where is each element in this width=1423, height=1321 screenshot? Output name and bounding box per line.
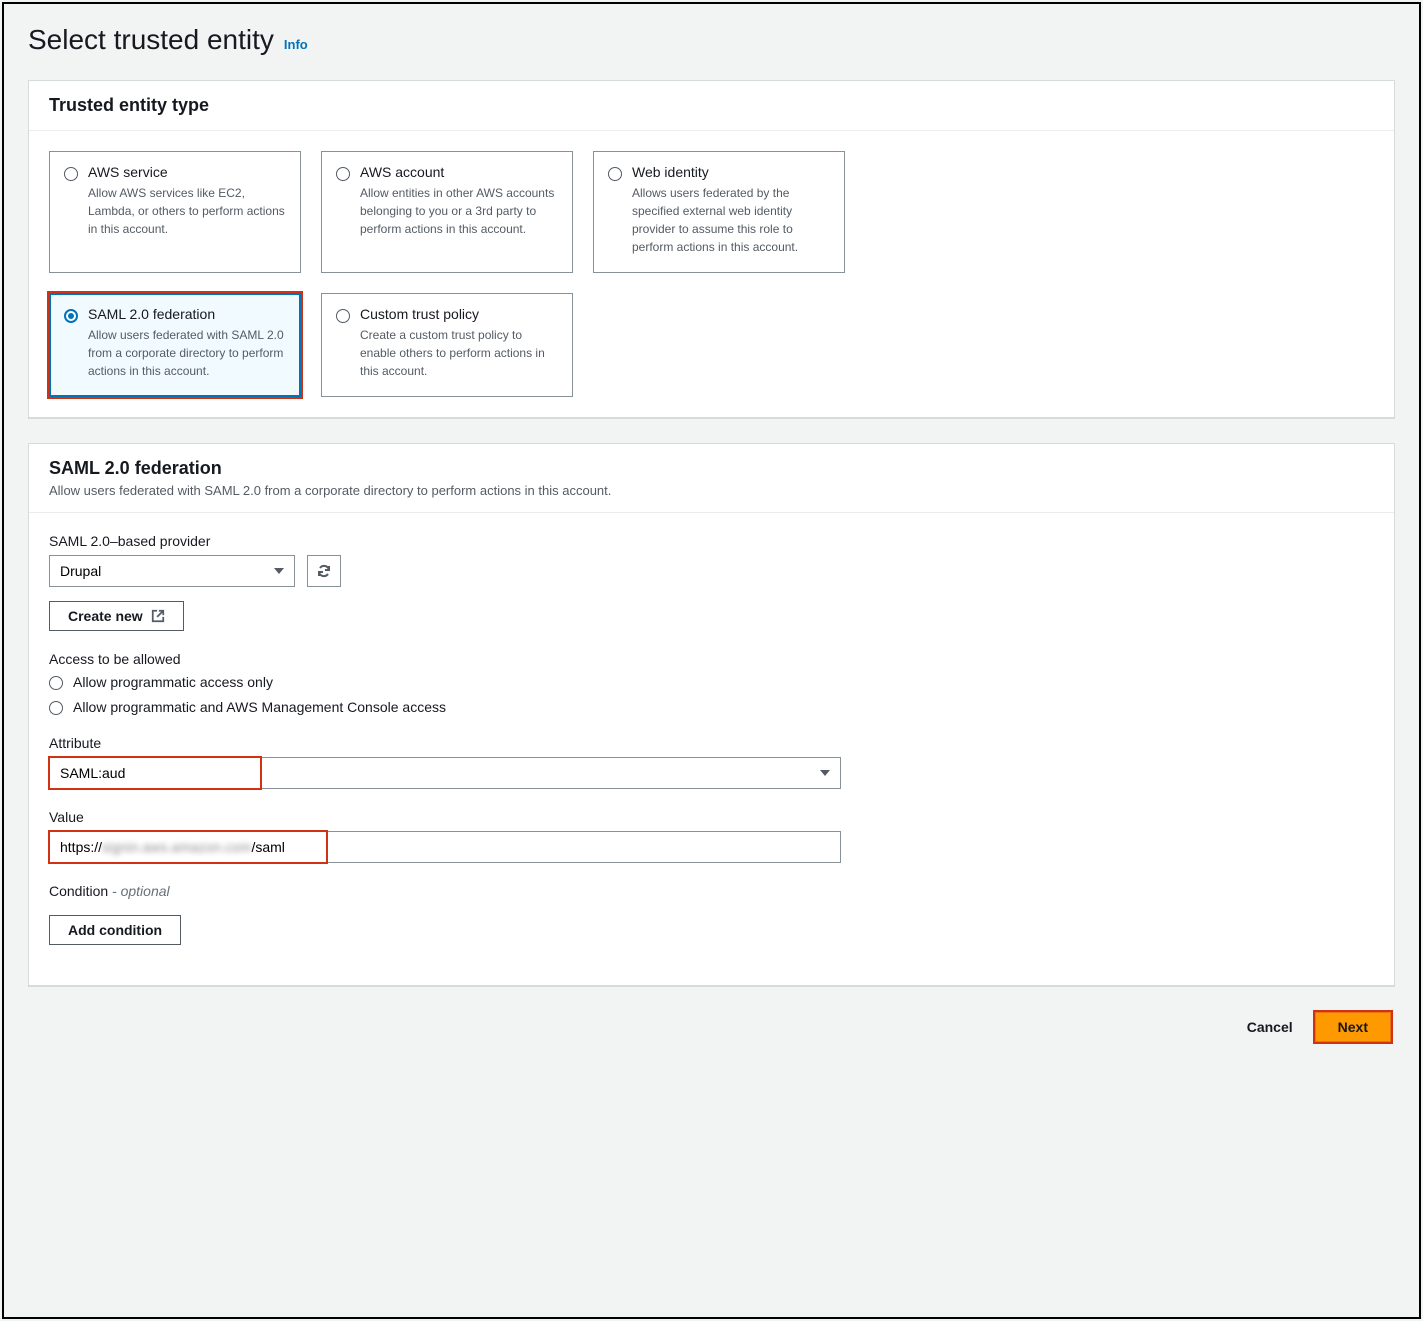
saml-panel-title: SAML 2.0 federation	[49, 458, 1374, 479]
info-link[interactable]: Info	[284, 37, 308, 52]
card-title: Custom trust policy	[360, 306, 558, 322]
add-condition-label: Add condition	[68, 922, 162, 938]
card-desc: Allow users federated with SAML 2.0 from…	[88, 326, 286, 380]
next-button[interactable]: Next	[1315, 1012, 1391, 1042]
card-title: Web identity	[632, 164, 830, 180]
entity-card-saml-federation[interactable]: SAML 2.0 federation Allow users federate…	[49, 293, 301, 397]
create-new-button[interactable]: Create new	[49, 601, 184, 631]
value-label: Value	[49, 809, 1374, 825]
card-title: AWS service	[88, 164, 286, 180]
access-option-label: Allow programmatic and AWS Management Co…	[73, 699, 446, 715]
radio-icon[interactable]	[336, 309, 350, 323]
radio-icon[interactable]	[64, 167, 78, 181]
access-option-programmatic[interactable]: Allow programmatic access only	[49, 673, 1374, 690]
entity-card-custom-trust-policy[interactable]: Custom trust policy Create a custom trus…	[321, 293, 573, 397]
condition-optional: - optional	[108, 883, 169, 899]
value-prefix: https://	[60, 839, 102, 855]
refresh-icon	[316, 563, 332, 579]
chevron-down-icon	[820, 770, 830, 776]
external-link-icon	[151, 609, 165, 623]
radio-icon[interactable]	[64, 309, 78, 323]
entity-card-web-identity[interactable]: Web identity Allows users federated by t…	[593, 151, 845, 273]
card-title: SAML 2.0 federation	[88, 306, 286, 322]
card-desc: Create a custom trust policy to enable o…	[360, 326, 558, 380]
add-condition-button[interactable]: Add condition	[49, 915, 181, 945]
entity-card-aws-account[interactable]: AWS account Allow entities in other AWS …	[321, 151, 573, 273]
condition-label: Condition	[49, 883, 108, 899]
card-desc: Allow entities in other AWS accounts bel…	[360, 184, 558, 238]
value-suffix: /saml	[251, 839, 284, 855]
provider-value: Drupal	[60, 563, 101, 579]
create-new-label: Create new	[68, 608, 143, 624]
provider-select[interactable]: Drupal	[49, 555, 295, 587]
card-title: AWS account	[360, 164, 558, 180]
trusted-entity-title: Trusted entity type	[49, 95, 1374, 116]
radio-icon[interactable]	[608, 167, 622, 181]
value-input[interactable]: https://signin.aws.amazon.com/saml	[49, 831, 841, 863]
refresh-button[interactable]	[307, 555, 341, 587]
chevron-down-icon	[274, 568, 284, 574]
provider-label: SAML 2.0–based provider	[49, 533, 1374, 549]
attribute-value: SAML:aud	[60, 765, 125, 781]
attribute-label: Attribute	[49, 735, 1374, 751]
access-option-label: Allow programmatic access only	[73, 674, 273, 690]
attribute-select[interactable]: SAML:aud	[49, 757, 841, 789]
card-desc: Allows users federated by the specified …	[632, 184, 830, 256]
radio-icon[interactable]	[336, 167, 350, 181]
radio-icon[interactable]	[49, 676, 63, 690]
radio-icon[interactable]	[49, 701, 63, 715]
cancel-button[interactable]: Cancel	[1243, 1011, 1297, 1043]
saml-federation-panel: SAML 2.0 federation Allow users federate…	[28, 443, 1395, 987]
entity-card-aws-service[interactable]: AWS service Allow AWS services like EC2,…	[49, 151, 301, 273]
access-label: Access to be allowed	[49, 651, 1374, 667]
access-option-programmatic-console[interactable]: Allow programmatic and AWS Management Co…	[49, 698, 1374, 715]
card-desc: Allow AWS services like EC2, Lambda, or …	[88, 184, 286, 238]
page-title: Select trusted entity	[28, 24, 274, 56]
trusted-entity-panel: Trusted entity type AWS service Allow AW…	[28, 80, 1395, 419]
saml-panel-subtitle: Allow users federated with SAML 2.0 from…	[49, 483, 1374, 498]
value-blurred: signin.aws.amazon.com	[102, 839, 251, 855]
